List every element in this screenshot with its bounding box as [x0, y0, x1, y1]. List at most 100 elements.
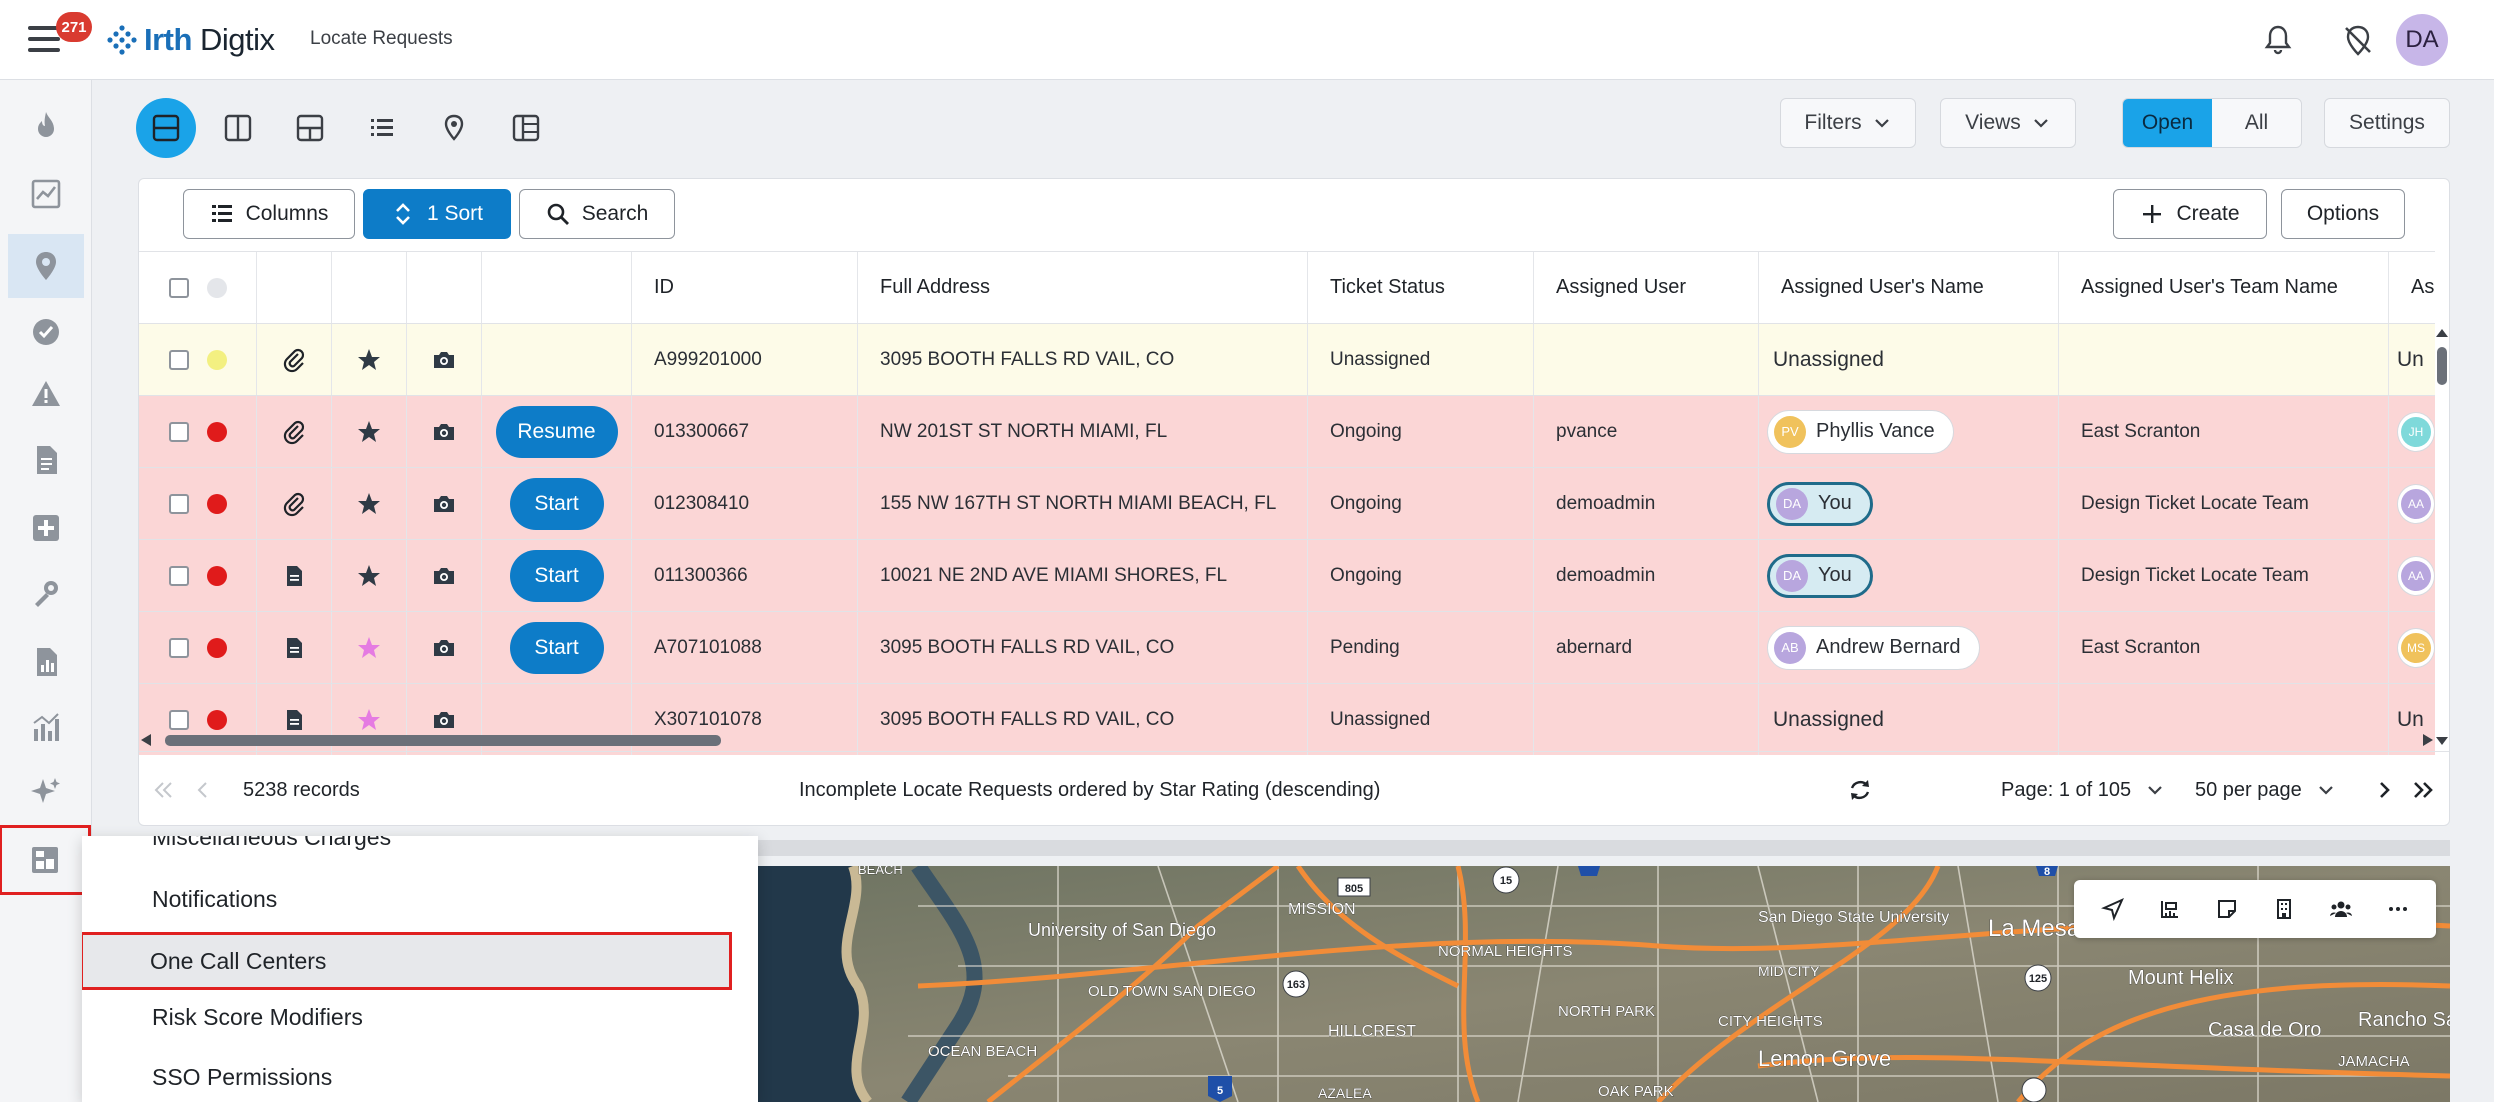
check-circle-icon[interactable]	[8, 300, 84, 364]
row-checkbox[interactable]	[168, 709, 189, 730]
star-icon[interactable]	[332, 396, 407, 467]
split-vertical-view-button[interactable]	[208, 98, 268, 158]
first-page-icon[interactable]	[149, 752, 179, 825]
ticket-id-cell[interactable]: 011300366	[632, 540, 858, 611]
column-header-team-name[interactable]: Assigned User's Team Name	[2059, 252, 2389, 323]
column-header-assigned-users-name[interactable]: Assigned User's Name	[1759, 252, 2059, 323]
trend-chart-icon[interactable]	[8, 162, 84, 226]
bell-icon[interactable]	[2260, 22, 2296, 58]
star-icon[interactable]	[332, 612, 407, 683]
admin-settings-icon[interactable]	[0, 825, 91, 895]
horizontal-scrollbar[interactable]	[139, 731, 2435, 749]
user-avatar[interactable]: DA	[2396, 14, 2448, 66]
warning-icon[interactable]	[8, 362, 84, 426]
camera-icon[interactable]	[407, 324, 482, 395]
row-checkbox[interactable]	[168, 349, 189, 370]
row-checkbox[interactable]	[168, 421, 189, 442]
options-button[interactable]: Options	[2281, 189, 2405, 239]
page-selector[interactable]: Page: 1 of 105	[2001, 752, 2165, 825]
camera-icon[interactable]	[407, 468, 482, 539]
menu-item-risk-score-modifiers[interactable]: Risk Score Modifiers	[82, 988, 738, 1046]
column-header-partial[interactable]: As	[2389, 252, 2435, 323]
settings-button[interactable]: Settings	[2324, 98, 2450, 148]
camera-icon[interactable]	[407, 396, 482, 467]
paperclip-icon[interactable]	[257, 324, 332, 395]
per-page-selector[interactable]: 50 per page	[2195, 752, 2336, 825]
camera-icon[interactable]	[407, 612, 482, 683]
star-icon[interactable]	[332, 540, 407, 611]
paperclip-icon[interactable]	[257, 396, 332, 467]
map-view-button[interactable]	[424, 98, 484, 158]
columns-button[interactable]: Columns	[183, 189, 355, 239]
row-checkbox[interactable]	[168, 637, 189, 658]
split-horizontal-view-button[interactable]	[136, 98, 196, 158]
sparkle-icon[interactable]	[8, 760, 84, 824]
star-icon[interactable]	[332, 468, 407, 539]
previous-page-icon[interactable]	[193, 752, 213, 825]
search-button[interactable]: Search	[519, 189, 675, 239]
ticket-id-cell[interactable]: A707101088	[632, 612, 858, 683]
sort-button[interactable]: 1 Sort	[363, 189, 511, 239]
grid-quad-view-button[interactable]	[280, 98, 340, 158]
start-button[interactable]: Start	[509, 549, 604, 602]
star-icon[interactable]	[332, 324, 407, 395]
column-header-id[interactable]: ID	[632, 252, 858, 323]
building-icon[interactable]	[2272, 897, 2296, 921]
table-row[interactable]: Start 011300366 10021 NE 2ND AVE MIAMI S…	[139, 539, 2435, 611]
table-row[interactable]: Start 012308410 155 NW 167TH ST NORTH MI…	[139, 467, 2435, 539]
row-checkbox[interactable]	[168, 565, 189, 586]
more-options-icon[interactable]	[2386, 897, 2410, 921]
menu-item-sso-permissions[interactable]: SSO Permissions	[82, 1048, 738, 1102]
map-pin-icon[interactable]	[8, 234, 84, 298]
team-icon[interactable]	[2329, 897, 2353, 921]
fire-icon[interactable]	[8, 94, 84, 158]
table-row[interactable]: Start A707101088 3095 BOOTH FALLS RD VAI…	[139, 611, 2435, 683]
table-row[interactable]: A999201000 3095 BOOTH FALLS RD VAIL, CO …	[139, 323, 2435, 395]
vertical-scrollbar[interactable]	[2435, 329, 2449, 745]
app-logo[interactable]: Irth Digtix	[106, 22, 275, 57]
start-button[interactable]: Start	[509, 621, 604, 674]
hamburger-menu-icon[interactable]	[28, 26, 60, 52]
document-icon[interactable]	[257, 612, 332, 683]
paperclip-icon[interactable]	[257, 468, 332, 539]
document-icon[interactable]	[257, 540, 332, 611]
menu-item-one-call-centers[interactable]: One Call Centers	[82, 932, 732, 990]
refresh-icon[interactable]	[1847, 752, 1873, 825]
table-row[interactable]: Resume 013300667 NW 201ST ST NORTH MIAMI…	[139, 395, 2435, 467]
last-page-icon[interactable]	[2409, 752, 2439, 825]
menu-item-miscellaneous-charges[interactable]: Miscellaneous Charges	[82, 836, 738, 866]
open-toggle-button[interactable]: Open	[2123, 99, 2212, 147]
report-icon[interactable]	[8, 630, 84, 694]
note-icon[interactable]	[2215, 897, 2239, 921]
location-off-icon[interactable]	[2340, 22, 2376, 58]
add-box-icon[interactable]	[8, 496, 84, 560]
list-view-button[interactable]	[352, 98, 412, 158]
resume-button[interactable]: Resume	[495, 405, 618, 458]
column-header-full-address[interactable]: Full Address	[858, 252, 1308, 323]
navigate-arrow-icon[interactable]	[2100, 897, 2125, 921]
all-toggle-button[interactable]: All	[2212, 99, 2301, 147]
assigned-user-chip[interactable]: DA You	[1767, 481, 1873, 526]
filters-dropdown[interactable]: Filters	[1780, 98, 1916, 148]
column-header-assigned-user[interactable]: Assigned User	[1534, 252, 1759, 323]
ticket-id-cell[interactable]: 012308410	[632, 468, 858, 539]
assigned-user-chip[interactable]: AB Andrew Bernard	[1767, 625, 1980, 670]
create-button[interactable]: Create	[2113, 189, 2267, 239]
select-all-checkbox[interactable]	[168, 277, 189, 298]
next-page-icon[interactable]	[2375, 752, 2395, 825]
panel-splitter[interactable]	[758, 840, 2450, 856]
ticket-id-cell[interactable]: 013300667	[632, 396, 858, 467]
assigned-user-chip[interactable]: DA You	[1767, 553, 1873, 598]
views-dropdown[interactable]: Views	[1940, 98, 2076, 148]
start-button[interactable]: Start	[509, 477, 604, 530]
menu-item-notifications[interactable]: Notifications	[82, 870, 738, 928]
camera-icon[interactable]	[407, 540, 482, 611]
ruler-icon[interactable]	[2158, 897, 2182, 921]
document-icon[interactable]	[8, 428, 84, 492]
column-header-ticket-status[interactable]: Ticket Status	[1308, 252, 1534, 323]
analytics-icon[interactable]	[8, 696, 84, 760]
ticket-id-cell[interactable]: A999201000	[632, 324, 858, 395]
row-checkbox[interactable]	[168, 493, 189, 514]
assigned-user-chip[interactable]: PV Phyllis Vance	[1767, 409, 1954, 454]
tools-icon[interactable]	[8, 562, 84, 626]
